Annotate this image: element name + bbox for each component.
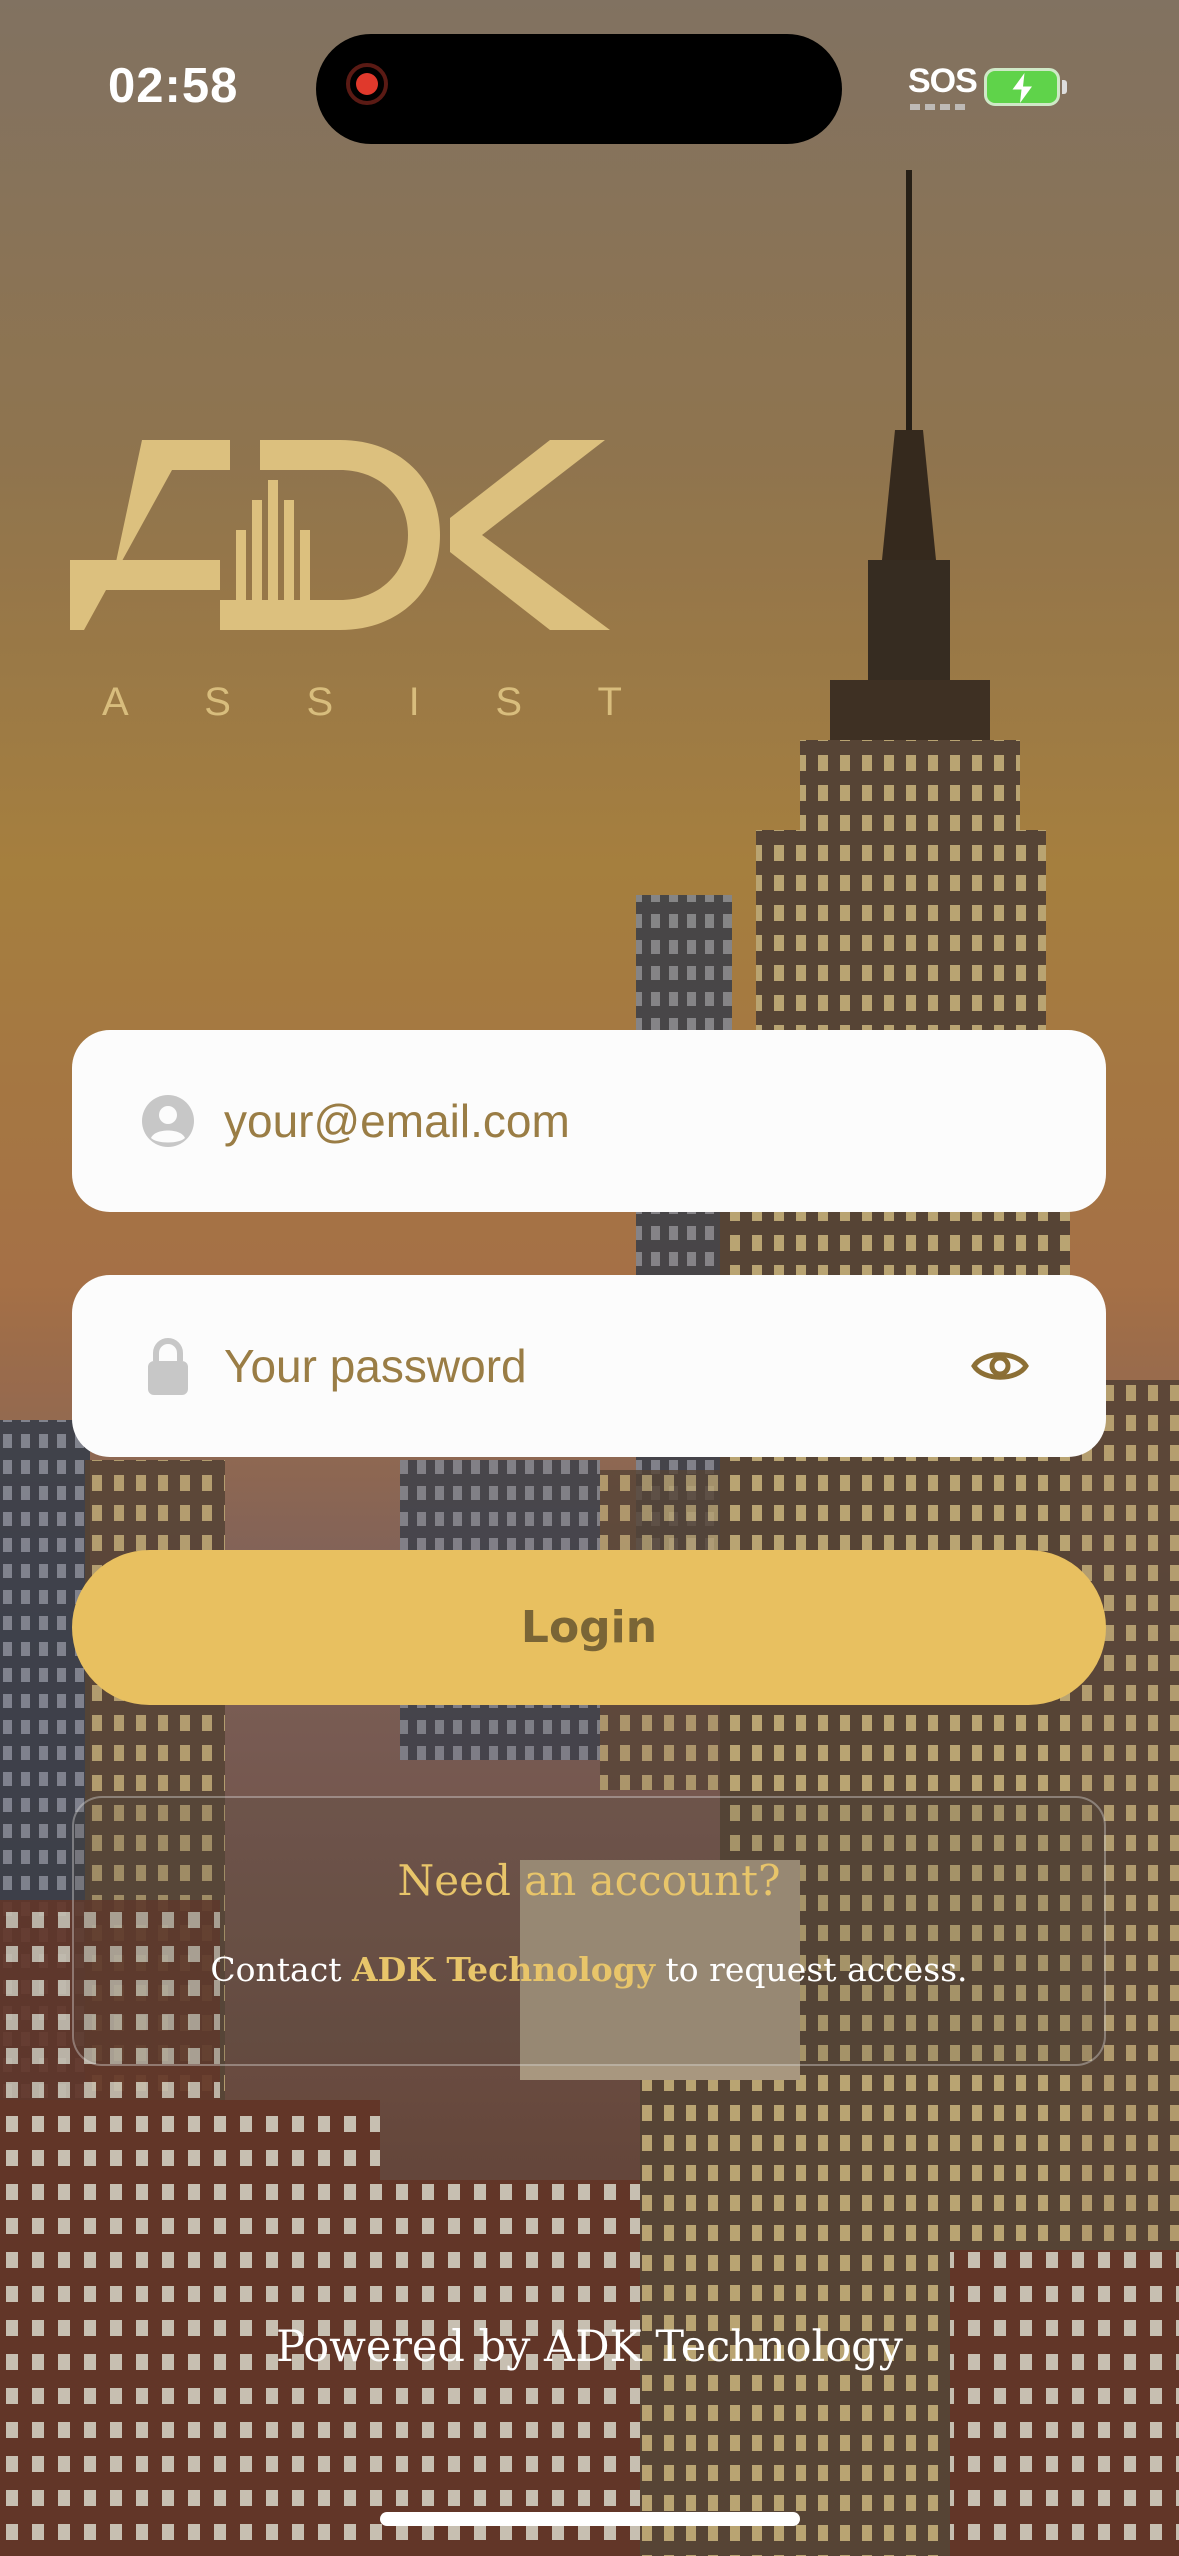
screen-recording-icon: [346, 63, 388, 105]
lock-icon: [140, 1338, 196, 1395]
login-screen: 02:58 SOS A S S I S T your@email.com Log…: [0, 0, 1179, 2556]
status-time: 02:58: [108, 59, 239, 113]
home-indicator[interactable]: [380, 2512, 800, 2526]
charging-bolt-icon: [1012, 73, 1032, 103]
show-password-eye-icon[interactable]: [969, 1344, 1031, 1388]
sos-indicator: SOS: [908, 62, 978, 100]
need-account-card: Need an account? Contact ADK Technology …: [72, 1796, 1106, 2066]
user-icon: [140, 1093, 196, 1149]
adk-logo: [70, 440, 610, 630]
password-field-container[interactable]: [72, 1275, 1106, 1457]
logo-tagline: A S S I S T: [102, 680, 622, 724]
email-input[interactable]: [222, 1093, 1106, 1149]
contact-text: Contact ADK Technology to request access…: [210, 1950, 968, 1989]
need-account-title: Need an account?: [397, 1856, 781, 1905]
signal-dots: [910, 104, 966, 110]
powered-by-footer: Powered by ADK Technology: [276, 2322, 903, 2372]
password-input[interactable]: [222, 1338, 969, 1394]
adk-technology-link[interactable]: ADK Technology: [352, 1950, 655, 1989]
login-button[interactable]: Login: [72, 1550, 1106, 1705]
email-field-container[interactable]: [72, 1030, 1106, 1212]
dynamic-island: [316, 34, 842, 144]
